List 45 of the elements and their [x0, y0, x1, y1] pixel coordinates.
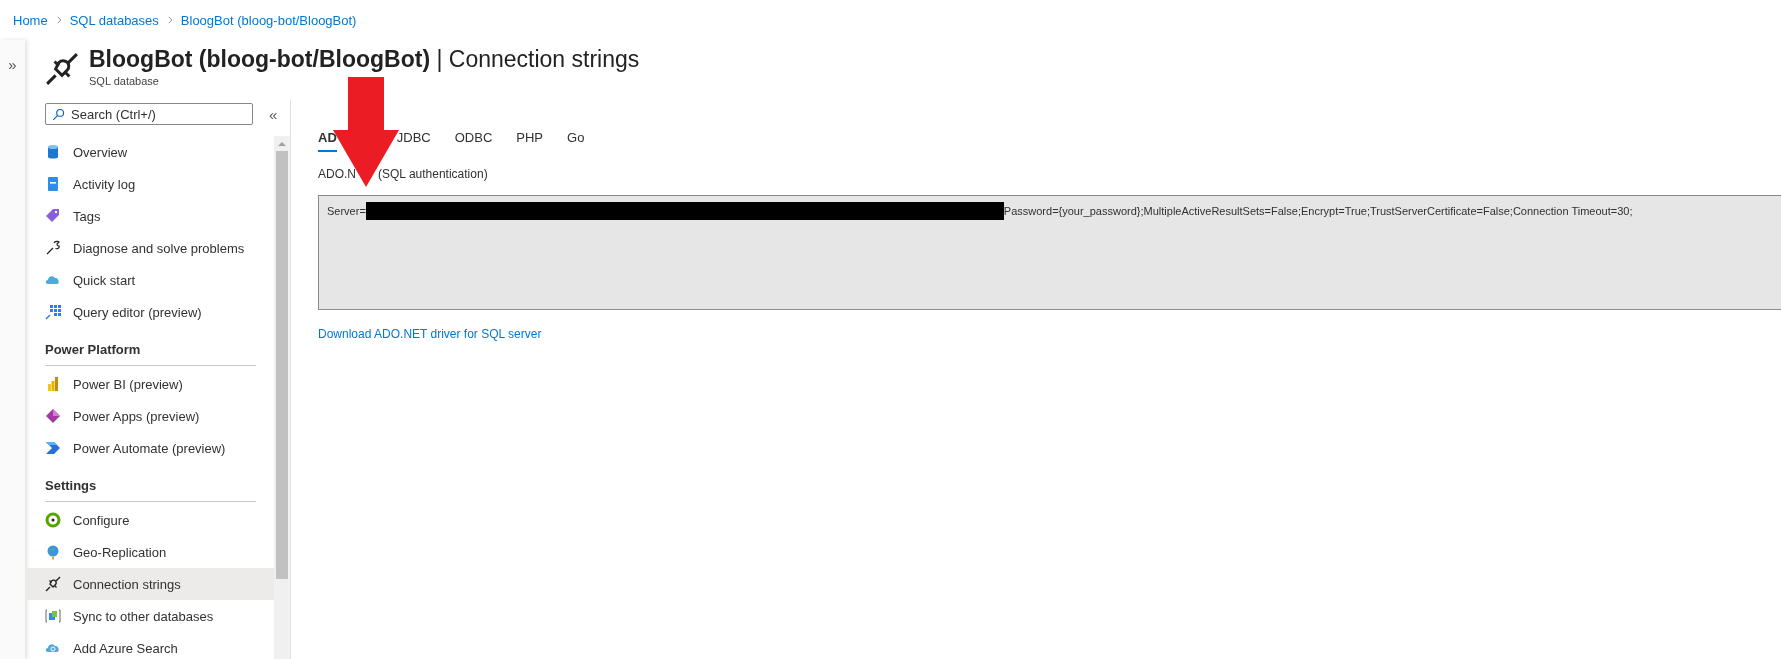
menu-item[interactable]: Power Apps (preview) — [25, 400, 274, 432]
breadcrumb-link[interactable]: BloogBot (bloog-bot/BloogBot) — [180, 12, 357, 28]
tag-icon — [45, 208, 61, 224]
tab[interactable]: Go — [567, 128, 585, 150]
menu-item[interactable]: Power BI (preview) — [25, 368, 274, 400]
menu-item[interactable]: Sync to other databases — [25, 600, 274, 632]
section-label: ADO.N — [318, 167, 356, 183]
menu-item[interactable]: Overview — [25, 136, 274, 168]
plug-icon — [45, 52, 79, 86]
diamond-icon — [45, 408, 61, 424]
sync-icon — [45, 608, 61, 624]
menu-item[interactable]: Connection strings — [25, 568, 274, 600]
menu-item[interactable]: Activity log — [25, 168, 274, 200]
search-field[interactable]: Search (Ctrl+/) — [45, 103, 253, 125]
bar-chart-icon — [45, 376, 61, 392]
section-heading: Power Platform — [44, 341, 142, 359]
tab[interactable]: ODBC — [454, 128, 493, 150]
menu-item[interactable]: Query editor (preview) — [25, 296, 274, 328]
section-label: (SQL authentication) — [378, 167, 488, 183]
connection-string-field[interactable]: Server= Password={your_password};MultipleActiveResultSets=False;Encrypt=True;TrustServerCertificate=False;Connection Timeout=30; — [318, 195, 1781, 310]
menu-item[interactable]: Power Automate (preview) — [25, 432, 274, 464]
log-icon — [45, 176, 61, 192]
page-title: BloogBot (bloog-bot/BloogBot) | Connection strings — [89, 45, 640, 74]
menu-item[interactable]: Geo-Replication — [25, 536, 274, 568]
menu-item[interactable]: Tags — [25, 200, 274, 232]
expand-button[interactable]: » — [8, 56, 17, 74]
database-icon — [45, 144, 61, 160]
globe-icon — [45, 544, 61, 560]
section-heading: Settings — [44, 477, 98, 495]
menu-item[interactable]: Diagnose and solve problems — [25, 232, 274, 264]
tab[interactable]: JDBC — [396, 128, 431, 150]
scrollbar[interactable] — [274, 136, 290, 659]
chevron-shape-icon — [45, 440, 61, 456]
breadcrumb-link[interactable]: SQL databases — [69, 12, 159, 28]
collapse-button[interactable]: « — [269, 105, 278, 123]
plug-icon — [45, 576, 61, 592]
ring-icon — [45, 512, 61, 528]
breadcrumb-link[interactable]: Home — [13, 12, 48, 28]
tab[interactable]: PHP — [516, 128, 544, 150]
menu-item[interactable]: Add Azure Search — [25, 632, 274, 659]
menu-item[interactable]: Quick start — [25, 264, 274, 296]
menu-item[interactable]: Configure — [25, 504, 274, 536]
page-subtitle: SQL database — [89, 75, 160, 87]
grid-icon — [45, 304, 61, 320]
download-link[interactable]: Download ADO.NET driver for SQL server — [318, 327, 542, 341]
